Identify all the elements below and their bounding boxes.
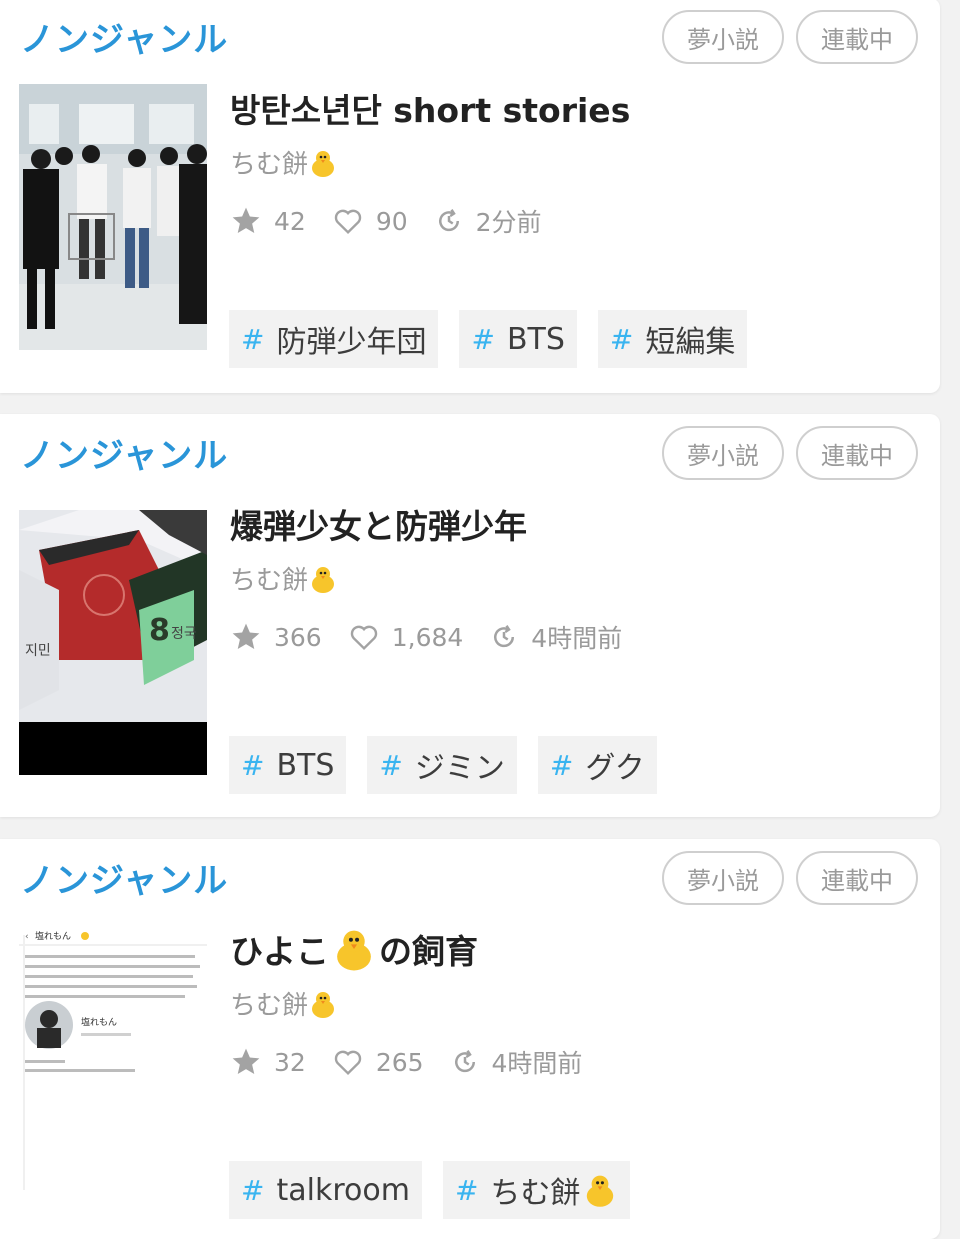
chick-emoji-icon	[587, 1175, 614, 1207]
serializing-badge: 連載中	[796, 426, 918, 480]
chick-emoji-icon	[312, 150, 335, 177]
heart-icon	[334, 209, 362, 235]
badge-group: 夢小説 連載中	[662, 851, 918, 905]
clock-refresh-icon	[494, 625, 515, 648]
hash-icon: #	[241, 748, 265, 782]
tag-list: # talkroom # ちむ餅	[229, 1161, 631, 1219]
tag-label: ちむ餅	[490, 1176, 581, 1211]
tag-label: talkroom	[276, 1172, 410, 1208]
clock-refresh-icon	[438, 209, 459, 232]
novel-card[interactable]: ノンジャンル 夢小説 連載中 8 지민 정국 爆弾少女と防弾少年 ちむ餅 366…	[0, 414, 940, 817]
tag-chip[interactable]: # BTS	[459, 310, 577, 368]
like-value: 90	[375, 206, 408, 236]
dream-novel-badge: 夢小説	[662, 426, 784, 480]
author-name[interactable]: ちむ餅	[230, 985, 338, 1022]
tag-list: # BTS # ジミン # グク	[229, 736, 657, 794]
cover-thumbnail[interactable]: ‹ 塩れもん 塩れもん	[19, 925, 207, 1195]
author-label: ちむ餅	[230, 150, 309, 180]
updated-time: 4時間前	[489, 619, 622, 655]
updated-time: 2分前	[434, 203, 542, 239]
tag-chip[interactable]: # グク	[537, 736, 657, 794]
hash-icon: #	[609, 322, 634, 356]
star-count: 32	[230, 1046, 306, 1078]
novel-title[interactable]: 爆弾少女と防弾少年	[230, 500, 527, 548]
updated-value: 2分前	[475, 208, 542, 237]
svg-text:‹: ‹	[25, 932, 29, 942]
hash-icon: #	[241, 1173, 265, 1207]
tag-label: BTS	[276, 747, 335, 783]
tag-label: BTS	[506, 321, 565, 357]
chick-emoji-icon	[312, 991, 335, 1018]
stats-row: 366 1,684 4時間前	[230, 619, 648, 655]
tag-chip[interactable]: # 防弾少年団	[229, 310, 439, 368]
star-icon	[232, 623, 260, 649]
tag-label: 防弾少年団	[276, 325, 427, 360]
thumb-label: 정국	[171, 626, 197, 642]
tag-chip[interactable]: # ジミン	[367, 736, 517, 794]
like-value: 265	[375, 1047, 424, 1077]
stats-row: 42 90 2分前	[230, 203, 568, 239]
hash-icon: #	[241, 322, 265, 356]
hash-icon: #	[471, 322, 495, 356]
tag-label: グク	[585, 751, 645, 786]
serializing-badge: 連載中	[796, 851, 918, 905]
author-label: ちむ餅	[230, 566, 309, 596]
thumb-label: 塩れもん	[35, 930, 71, 942]
author-name[interactable]: ちむ餅	[230, 560, 338, 597]
thumb-label: 지민	[25, 643, 51, 659]
like-value: 1,684	[391, 622, 464, 652]
cover-thumbnail[interactable]: 8 지민 정국	[19, 510, 207, 775]
tag-chip[interactable]: # BTS	[229, 736, 347, 794]
clock-refresh-icon	[454, 1050, 475, 1073]
tag-chip[interactable]: # 短編集	[597, 310, 748, 368]
star-icon	[232, 1048, 260, 1074]
star-icon	[232, 207, 260, 233]
heart-icon	[334, 1050, 362, 1076]
dream-novel-badge: 夢小説	[662, 10, 784, 64]
star-count: 366	[230, 621, 322, 653]
heart-icon	[350, 625, 377, 651]
genre-label[interactable]: ノンジャンル	[20, 853, 228, 902]
hash-icon: #	[549, 748, 574, 782]
tag-chip[interactable]: # ちむ餅	[442, 1161, 631, 1219]
title-part: ひよこ	[230, 932, 329, 971]
novel-card[interactable]: ノンジャンル 夢小説 連載中 ‹ 塩れもん 塩れもん ひよこ の飼育 ちむ餅 3…	[0, 839, 940, 1239]
novel-title[interactable]: ひよこ の飼育	[230, 925, 478, 973]
novel-title[interactable]: 방탄소년단 short stories	[230, 84, 630, 132]
author-label: ちむ餅	[230, 991, 309, 1021]
updated-value: 4時間前	[531, 624, 623, 653]
star-value: 366	[274, 622, 322, 652]
serializing-badge: 連載中	[796, 10, 918, 64]
chick-emoji-icon	[337, 930, 371, 971]
badge-group: 夢小説 連載中	[662, 426, 918, 480]
star-value: 42	[274, 206, 306, 236]
cover-thumbnail[interactable]	[19, 84, 207, 350]
genre-label[interactable]: ノンジャンル	[20, 12, 228, 61]
updated-time: 4時間前	[450, 1044, 583, 1080]
star-value: 32	[274, 1047, 306, 1077]
badge-group: 夢小説 連載中	[662, 10, 918, 64]
like-count: 265	[332, 1046, 424, 1078]
stats-row: 32 265 4時間前	[230, 1044, 608, 1080]
thumb-label: 塩れもん	[81, 1016, 117, 1028]
star-count: 42	[230, 205, 306, 237]
hash-icon: #	[379, 748, 403, 782]
tag-list: # 防弾少年団 # BTS # 短編集	[229, 310, 748, 368]
dream-novel-badge: 夢小説	[662, 851, 784, 905]
chick-emoji-icon	[312, 566, 335, 593]
hash-icon: #	[454, 1173, 479, 1207]
svg-text:8: 8	[149, 613, 170, 648]
like-count: 1,684	[348, 621, 464, 653]
author-name[interactable]: ちむ餅	[230, 144, 338, 181]
tag-label: 短編集	[645, 325, 736, 360]
tag-chip[interactable]: # talkroom	[229, 1161, 422, 1219]
like-count: 90	[332, 205, 408, 237]
genre-label[interactable]: ノンジャンル	[20, 428, 228, 477]
title-part: の飼育	[379, 932, 478, 971]
novel-card[interactable]: ノンジャンル 夢小説 連載中 방탄소년단 short stories ちむ餅 4…	[0, 0, 940, 393]
updated-value: 4時間前	[491, 1049, 583, 1078]
tag-label: ジミン	[414, 751, 505, 786]
